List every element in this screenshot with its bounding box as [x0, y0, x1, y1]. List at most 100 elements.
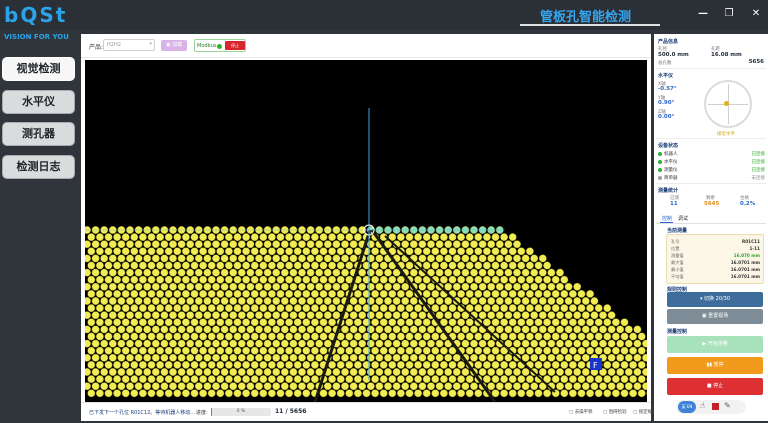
tube-hole — [384, 282, 392, 291]
tube-hole — [448, 275, 457, 284]
nav-visual-inspection[interactable]: 视觉检测 — [2, 57, 75, 81]
tube-hole — [624, 368, 633, 376]
tube-hole — [513, 254, 521, 263]
tube-hole — [190, 289, 199, 298]
tube-hole — [358, 297, 367, 305]
tube-hole — [310, 318, 319, 327]
ime-language-toggle[interactable]: 英 EN — [678, 401, 696, 413]
tube-hole — [276, 233, 285, 242]
restore-button[interactable]: ❐ — [723, 8, 735, 20]
stop-button[interactable]: ■ 停止 — [667, 378, 763, 395]
close-button[interactable]: ✕ — [750, 8, 762, 20]
tube-hole — [513, 382, 521, 391]
tube-hole — [182, 318, 190, 327]
option-obstacle[interactable]: ▢ 阻碍检验 — [603, 409, 627, 415]
tab-control[interactable]: 控制 — [662, 215, 672, 222]
tube-hole — [280, 268, 289, 277]
tube-hole — [190, 389, 199, 398]
tube-hole — [530, 325, 539, 334]
tube-hole — [151, 339, 160, 348]
tube-hole — [134, 368, 143, 376]
tube-hole — [491, 375, 500, 383]
reset-view-button[interactable]: ▣ 重置视场 — [667, 309, 763, 324]
pen-icon[interactable]: ✎ — [724, 401, 731, 410]
tab-debug[interactable]: 调试 — [678, 215, 688, 222]
tube-hole — [568, 360, 577, 369]
tube-hole — [267, 332, 276, 341]
tube-hole — [392, 368, 401, 376]
tube-hole — [280, 382, 289, 391]
tube-hole — [259, 332, 268, 341]
tube-hole — [612, 346, 620, 355]
tube-hole — [409, 325, 418, 334]
camera-viewport[interactable]: F — [85, 60, 647, 402]
tube-hole — [113, 261, 121, 270]
tube-hole — [517, 247, 526, 256]
pause-button[interactable]: ▮▮ 暂停 — [667, 357, 763, 374]
tube-hole — [310, 261, 319, 270]
tube-hole — [117, 353, 126, 362]
tube-hole — [508, 261, 517, 270]
tube-hole — [87, 304, 96, 313]
tube-hole — [551, 275, 560, 284]
tube-hole — [130, 304, 139, 313]
tube-hole — [452, 240, 461, 249]
load-button[interactable]: ▣ 加载 — [161, 40, 187, 51]
tube-hole — [173, 289, 182, 298]
tube-hole — [332, 311, 341, 320]
start-measure-button[interactable]: ▶ 开始测量 — [667, 336, 763, 353]
tube-hole — [203, 353, 212, 362]
tube-hole — [452, 368, 461, 376]
tube-hole — [87, 289, 96, 298]
pointer-icon[interactable]: ☝ — [700, 401, 705, 410]
tube-hole — [358, 282, 367, 291]
tube-hole — [543, 261, 551, 270]
tube-hole — [237, 353, 246, 362]
tube-hole — [319, 318, 328, 327]
tube-hole — [573, 368, 582, 376]
tube-hole — [345, 332, 354, 341]
tube-hole — [345, 233, 354, 242]
tube-hole — [568, 346, 577, 355]
tube-hole — [418, 240, 427, 249]
tube-hole — [302, 375, 311, 383]
option-denoise[interactable]: ▢ 去噪平移 — [569, 409, 593, 415]
tube-hole — [560, 318, 569, 327]
tube-hole — [130, 289, 139, 298]
tube-hole — [173, 375, 182, 383]
device-dot-level — [658, 160, 662, 164]
product-select[interactable]: H2H2 ▾ — [103, 39, 155, 51]
tube-hole — [263, 282, 272, 291]
record-icon[interactable] — [712, 403, 719, 410]
modbus-stop-button[interactable]: 停止 — [225, 41, 245, 50]
tube-hole — [422, 247, 431, 256]
nav-inspection-log[interactable]: 检测日志 — [2, 155, 75, 179]
tube-hole — [353, 332, 362, 341]
tube-hole — [246, 339, 255, 348]
tube-hole — [216, 233, 225, 242]
toolbar: 产品: H2H2 ▾ ▣ 加载 Modbus 停止 — [81, 34, 651, 58]
tube-hole — [306, 297, 315, 305]
tube-hole — [267, 304, 276, 313]
tube-hole — [642, 339, 647, 348]
tube-hole — [345, 318, 354, 327]
tube-hole — [100, 339, 109, 348]
tube-hole — [250, 332, 259, 341]
tube-hole — [444, 382, 453, 391]
tube-hole — [121, 318, 130, 327]
tube-hole — [612, 332, 620, 341]
minimize-button[interactable]: — — [697, 8, 709, 20]
tube-hole — [285, 233, 294, 242]
tube-hole — [534, 360, 543, 369]
nav-hole-gauge[interactable]: 测孔器 — [2, 122, 75, 146]
tube-hole — [448, 261, 457, 270]
tube-hole — [457, 275, 465, 284]
nav-level[interactable]: 水平仪 — [2, 90, 75, 114]
tube-hole — [379, 318, 388, 327]
tube-hole — [272, 368, 281, 376]
tube-hole — [315, 282, 324, 291]
switch-plan-button[interactable]: ▾ 切换 20/30 — [667, 292, 763, 307]
divider — [656, 138, 766, 139]
tube-hole — [156, 346, 165, 355]
tube-hole — [371, 332, 379, 341]
